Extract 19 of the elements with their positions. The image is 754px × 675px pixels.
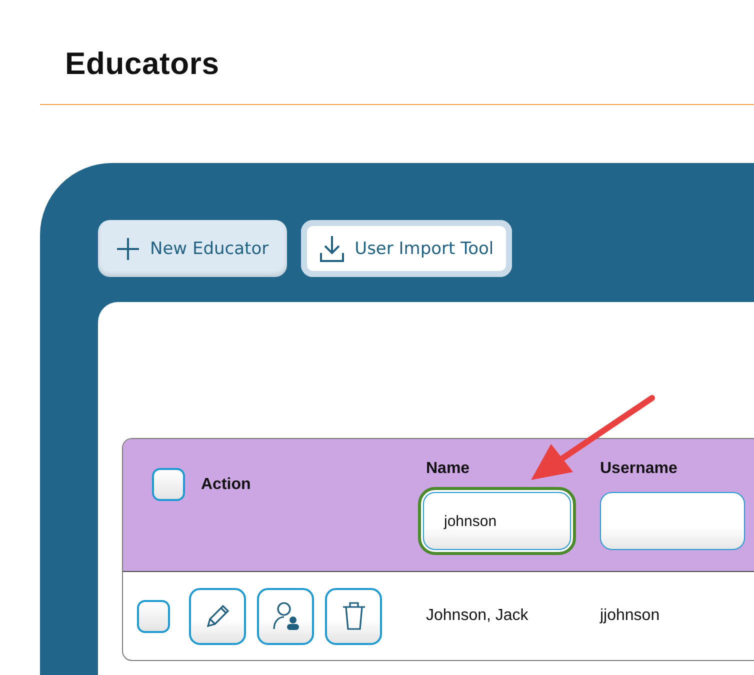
column-header: Username: [600, 460, 678, 478]
row-checkbox[interactable]: [137, 600, 170, 632]
table-cell-text: jjohnson: [600, 607, 661, 625]
column-header: Action: [201, 476, 251, 494]
page-title: Educators: [65, 46, 220, 82]
delete-button[interactable]: [325, 588, 382, 644]
edit-button[interactable]: [189, 588, 246, 644]
plus-icon: [116, 236, 140, 260]
select-all-checkbox[interactable]: [152, 468, 185, 501]
user-icon: [272, 601, 300, 631]
profile-button[interactable]: [257, 588, 314, 644]
new-educator-button[interactable]: New Educator: [98, 220, 287, 277]
column-header: Name: [426, 460, 471, 478]
filter-value: johnson: [444, 512, 497, 530]
filter-field[interactable]: [600, 492, 745, 550]
trash-icon: [340, 601, 366, 631]
download-icon: [318, 234, 345, 262]
table-cell-text: Johnson, Jack: [426, 607, 530, 625]
import-tool-button[interactable]: User Import Tool: [300, 220, 512, 277]
